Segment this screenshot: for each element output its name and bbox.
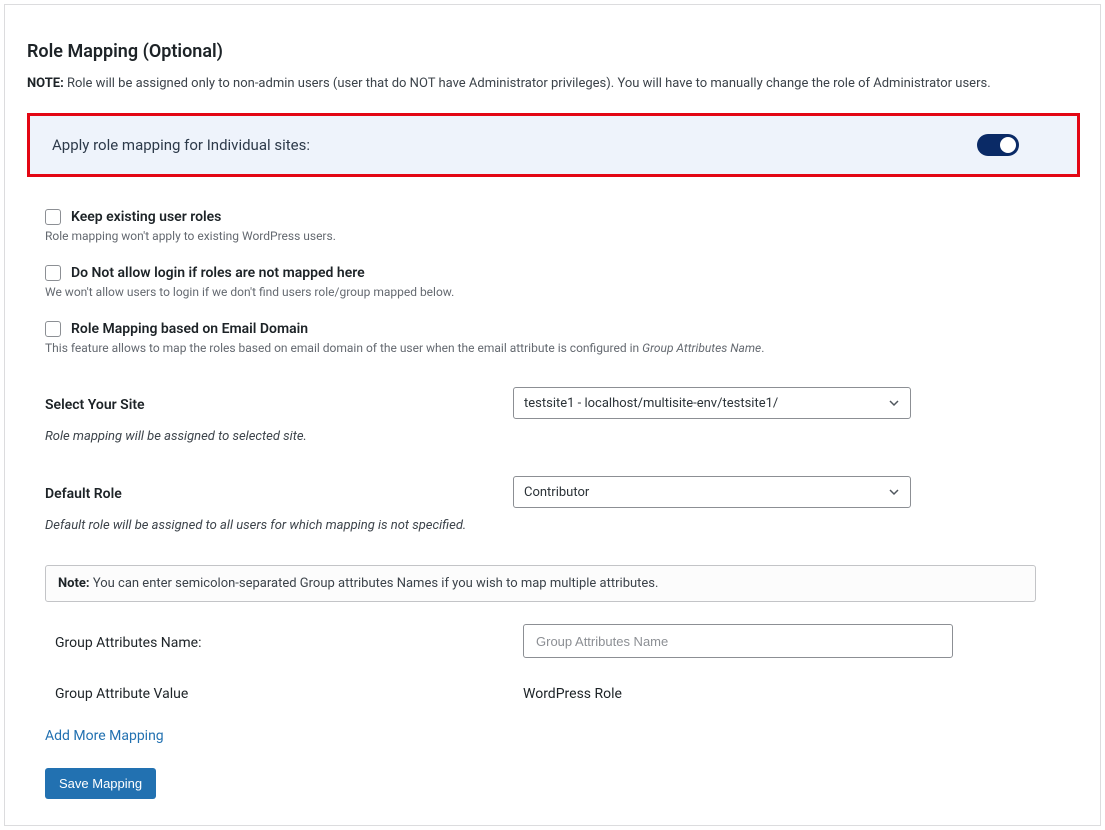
email-domain-help-em: Group Attributes Name <box>642 341 761 355</box>
keep-roles-help: Role mapping won't apply to existing Wor… <box>45 229 1036 243</box>
select-site-help: Role mapping will be assigned to selecte… <box>45 429 1036 444</box>
info-box-label: Note: <box>58 576 90 591</box>
no-login-label: Do Not allow login if roles are not mapp… <box>71 265 365 281</box>
option-no-login: Do Not allow login if roles are not mapp… <box>45 265 1036 281</box>
default-role-value: Contributor <box>524 485 589 500</box>
default-role-row: Default Role Contributor <box>45 476 1036 508</box>
email-domain-help-suffix: . <box>761 341 764 355</box>
note-line: NOTE: Role will be assigned only to non-… <box>27 76 1080 91</box>
email-domain-help: This feature allows to map the roles bas… <box>45 341 1036 355</box>
default-role-dropdown[interactable]: Contributor <box>513 476 911 508</box>
email-domain-label: Role Mapping based on Email Domain <box>71 321 308 337</box>
group-attr-value-header: Group Attribute Value <box>45 686 523 702</box>
group-attr-name-label: Group Attributes Name: <box>55 635 201 651</box>
select-site-value: testsite1 - localhost/multisite-env/test… <box>524 396 778 411</box>
page-title: Role Mapping (Optional) <box>27 41 1080 62</box>
note-label: NOTE: <box>27 76 64 91</box>
option-keep-roles: Keep existing user roles <box>45 209 1036 225</box>
chevron-down-icon <box>888 397 900 409</box>
options-block: Keep existing user roles Role mapping wo… <box>27 209 1080 355</box>
email-domain-checkbox[interactable] <box>45 321 61 337</box>
no-login-help: We won't allow users to login if we don'… <box>45 285 1036 299</box>
select-site-label: Select Your Site <box>45 397 145 413</box>
toggle-knob <box>1000 137 1016 153</box>
select-site-dropdown[interactable]: testsite1 - localhost/multisite-env/test… <box>513 387 911 419</box>
info-box: Note: You can enter semicolon-separated … <box>45 565 1036 602</box>
mapping-columns-header: Group Attribute Value WordPress Role <box>45 686 1036 702</box>
email-domain-help-prefix: This feature allows to map the roles bas… <box>45 341 642 355</box>
group-attr-name-row: Group Attributes Name: <box>45 624 1036 658</box>
no-login-checkbox[interactable] <box>45 265 61 281</box>
add-more-mapping-link[interactable]: Add More Mapping <box>45 728 164 744</box>
default-role-help: Default role will be assigned to all use… <box>45 518 1036 533</box>
default-role-label: Default Role <box>45 486 122 502</box>
wordpress-role-header: WordPress Role <box>523 686 622 702</box>
option-email-domain: Role Mapping based on Email Domain <box>45 321 1036 337</box>
apply-individual-sites-box: Apply role mapping for Individual sites: <box>27 113 1080 177</box>
note-text: Role will be assigned only to non-admin … <box>64 76 991 91</box>
chevron-down-icon <box>888 486 900 498</box>
role-mapping-panel: Role Mapping (Optional) NOTE: Role will … <box>4 4 1101 826</box>
form-section: Select Your Site testsite1 - localhost/m… <box>27 387 1080 799</box>
apply-individual-sites-toggle[interactable] <box>977 134 1019 156</box>
select-site-row: Select Your Site testsite1 - localhost/m… <box>45 387 1036 419</box>
apply-individual-sites-label: Apply role mapping for Individual sites: <box>52 136 310 154</box>
info-box-text: You can enter semicolon-separated Group … <box>90 576 659 591</box>
save-mapping-button[interactable]: Save Mapping <box>45 768 156 799</box>
group-attr-name-input[interactable] <box>523 624 953 658</box>
keep-roles-checkbox[interactable] <box>45 209 61 225</box>
keep-roles-label: Keep existing user roles <box>71 209 221 225</box>
